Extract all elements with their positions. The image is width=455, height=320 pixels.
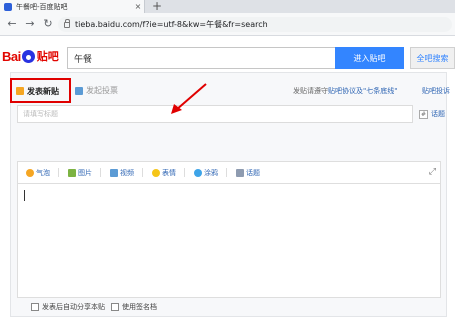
topic-label: 话题 xyxy=(431,110,445,118)
new-tab-button[interactable]: + xyxy=(150,0,164,13)
tool-emoji[interactable]: 表情 xyxy=(152,168,185,178)
reload-icon[interactable]: ↻ xyxy=(42,18,54,30)
tab-start-vote[interactable]: 发起投票 xyxy=(75,85,118,96)
expand-icon[interactable]: ⤢ xyxy=(429,167,436,177)
enter-tieba-button[interactable]: 进入贴吧 xyxy=(335,47,404,69)
option-auto-share[interactable]: 发表后自动分享本贴 xyxy=(31,302,105,312)
vote-icon xyxy=(75,86,83,95)
browser-toolbar: ← → ↻ tieba.baidu.com/f?ie=utf-8&kw=午餐&f… xyxy=(0,13,455,36)
rules-prefix: 发贴请遵守 xyxy=(293,87,328,95)
tool-label: 气泡 xyxy=(36,168,50,177)
bubble-icon xyxy=(26,168,34,177)
divider xyxy=(58,168,59,177)
browser-tabstrip: 午餐吧-百度贴吧 × + xyxy=(0,0,455,13)
back-icon[interactable]: ← xyxy=(6,18,18,30)
editor-toolbar: 气泡 图片 视频 表情 涂鸦 话题 ⤢ xyxy=(17,161,441,183)
topic-button[interactable]: # 话题 xyxy=(419,109,445,119)
tool-label: 涂鸦 xyxy=(204,168,218,177)
option-auto-share-label: 发表后自动分享本贴 xyxy=(42,303,105,311)
rules-notice: 发贴请遵守贴吧协议及"七条底线" xyxy=(293,86,397,96)
title-placeholder: 请填写标题 xyxy=(23,110,58,118)
tool-label: 表情 xyxy=(162,168,176,177)
tab-new-post[interactable]: 发表新贴 xyxy=(11,80,69,102)
tool-topic[interactable]: 话题 xyxy=(236,168,260,178)
close-icon[interactable]: × xyxy=(132,2,144,11)
favicon-icon xyxy=(4,2,12,11)
tab-title: 午餐吧-百度贴吧 xyxy=(16,2,68,11)
search-input[interactable]: 午餐 xyxy=(67,47,335,69)
screenshot: 午餐吧-百度贴吧 × + ← → ↻ tieba.baidu.com/f?ie=… xyxy=(0,0,455,320)
logo-text-tieba: 贴吧 xyxy=(35,48,60,64)
forward-icon[interactable]: → xyxy=(24,18,36,30)
tab-new-post-label: 发表新贴 xyxy=(27,86,59,96)
post-tabs: 发表新贴 发起投票 发贴请遵守贴吧协议及"七条底线" 贴吧投诉 xyxy=(10,73,450,105)
search-value: 午餐 xyxy=(74,54,93,65)
topic-icon: # xyxy=(419,109,428,119)
tool-label: 图片 xyxy=(78,168,92,177)
tool-video[interactable]: 视频 xyxy=(110,168,143,178)
url-text: tieba.baidu.com/f?ie=utf-8&kw=午餐&fr=sear… xyxy=(75,20,268,29)
edit-icon xyxy=(16,87,24,95)
video-icon xyxy=(110,168,118,177)
tab-start-vote-label: 发起投票 xyxy=(86,86,118,95)
tool-doodle[interactable]: 涂鸦 xyxy=(194,168,227,178)
divider xyxy=(100,168,101,177)
tool-bubble[interactable]: 气泡 xyxy=(26,168,59,178)
option-signature[interactable]: 使用签名档 xyxy=(111,302,157,312)
doodle-icon xyxy=(194,168,202,177)
post-editor-panel: 发表新贴 发起投票 发贴请遵守贴吧协议及"七条底线" 贴吧投诉 请填写标题 # … xyxy=(10,72,450,317)
content-editor[interactable] xyxy=(17,183,441,298)
tool-label: 话题 xyxy=(246,168,260,177)
topic-tool-icon xyxy=(236,168,244,177)
text-caret xyxy=(24,190,25,201)
all-search-button[interactable]: 全吧搜索 xyxy=(410,47,455,69)
paw-icon xyxy=(21,49,35,63)
post-options: 发表后自动分享本贴 使用签名档 xyxy=(31,302,163,312)
logo-text-bai: Bai xyxy=(2,48,21,64)
title-input[interactable]: 请填写标题 xyxy=(17,105,413,123)
site-header: Bai 贴吧 午餐 进入贴吧 全吧搜索 xyxy=(0,37,455,73)
rules-link[interactable]: 贴吧协议及"七条底线" xyxy=(328,87,397,95)
feedback-link[interactable]: 贴吧投诉 xyxy=(422,86,450,96)
image-icon xyxy=(68,168,76,177)
divider xyxy=(226,168,227,177)
divider xyxy=(184,168,185,177)
tool-image[interactable]: 图片 xyxy=(68,168,101,178)
address-bar[interactable]: tieba.baidu.com/f?ie=utf-8&kw=午餐&fr=sear… xyxy=(58,17,452,32)
divider xyxy=(142,168,143,177)
tool-label: 视频 xyxy=(120,168,134,177)
option-signature-label: 使用签名档 xyxy=(122,303,157,311)
annotation-arrow-icon xyxy=(171,83,207,114)
lock-icon xyxy=(64,18,70,28)
tieba-logo[interactable]: Bai 贴吧 xyxy=(2,48,60,64)
checkbox[interactable] xyxy=(31,303,39,311)
checkbox[interactable] xyxy=(111,303,119,311)
smiley-icon xyxy=(152,168,160,177)
browser-tab[interactable]: 午餐吧-百度贴吧 × xyxy=(0,0,145,13)
